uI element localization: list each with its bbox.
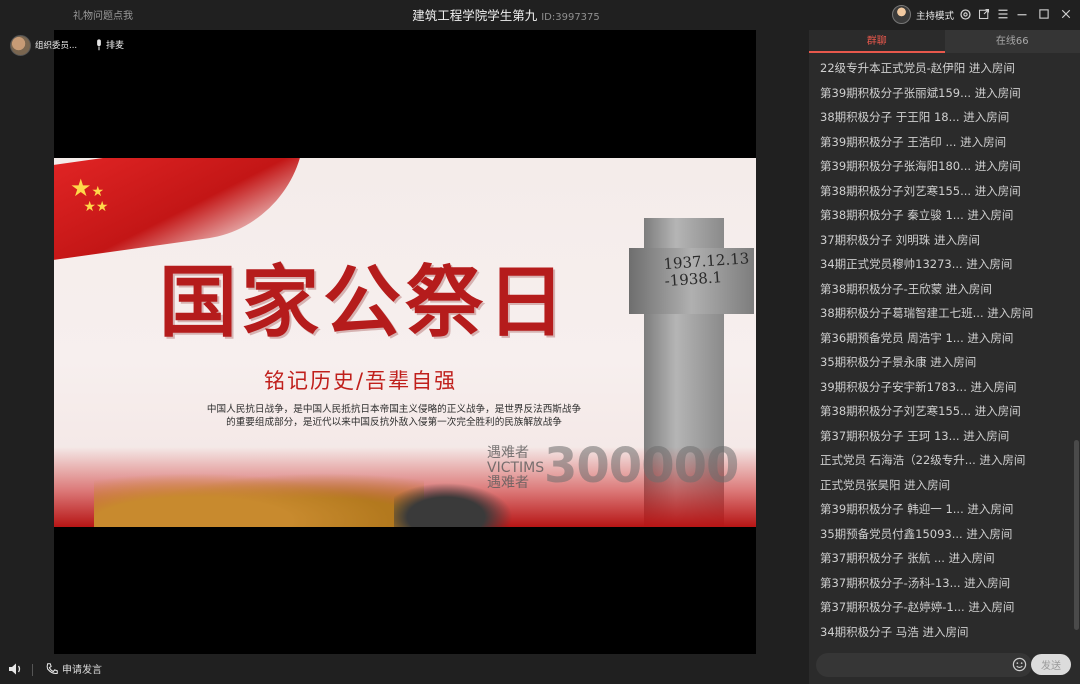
mic-queue-button[interactable]: 排麦 [95, 38, 124, 51]
chat-tabs: 群聊 在线66 [809, 30, 1080, 53]
slide-headline: 国家公祭日 [159, 257, 570, 348]
message-item: 正式党员 石海浩（22级专升... 进入房间 [820, 453, 1026, 467]
message-item: 35期积极分子景永康 进入房间 [820, 355, 977, 369]
message-list[interactable]: 22级专升本正式党员-赵伊阳 进入房间 第39期积极分子张丽斌159... 进入房… [809, 56, 1071, 656]
message-item: 35期预备党员付鑫15093... 进入房间 [820, 526, 1013, 541]
victims-cn-2: 遇难者 [487, 475, 529, 491]
chat-input[interactable] [816, 653, 1032, 677]
title-bar: 礼物问题点我 建筑工程学院学生第九 ID:3997375 主持模式 [0, 0, 1080, 30]
host-avatar[interactable] [892, 5, 911, 24]
message-item: 34期正式党员穆帅13273... 进入房间 [820, 257, 1013, 271]
apply-speak-button[interactable]: 申请发言 [45, 661, 102, 676]
message-item: 第38期积极分子 秦立骏 1... 进入房间 [820, 208, 1014, 222]
send-button[interactable]: 发送 [1031, 654, 1071, 675]
presenter-name: 组织委员... [35, 41, 78, 51]
desc-line-1: 中国人民抗日战争，是中国人民抵抗日本帝国主义侵略的正义战争，是世界反法西斯战争 [206, 404, 582, 415]
slide-subhead: 铭记历史/吾辈自强 [264, 369, 458, 393]
victims-en: VICTIMS [487, 460, 545, 476]
apply-speak-label: 申请发言 [62, 665, 102, 676]
message-item: 第37期积极分子 张航 ... 进入房间 [820, 551, 995, 565]
message-item: 39期积极分子安宇新1783... 进入房间 [820, 379, 1017, 394]
message-item: 38期积极分子葛瑞智建工七班... 进入房间 [820, 306, 1034, 320]
victims-cn-1: 遇难者 [487, 445, 529, 461]
chat-input-row: 发送 [816, 653, 1075, 677]
phone-icon [46, 662, 58, 674]
monument-dates: 1937.12.13 -1938.1 [663, 249, 755, 290]
menu-icon[interactable] [995, 6, 1011, 22]
maximize-icon[interactable] [1036, 6, 1052, 22]
statues-image [94, 465, 424, 527]
message-item: 34期积极分子 马浩 进入房间 [820, 624, 969, 639]
emoji-icon[interactable] [1012, 657, 1028, 673]
message-item: 正式党员张昊阳 进入房间 [820, 477, 951, 492]
message-item: 第36期预备党员 周浩宇 1... 进入房间 [820, 330, 1014, 345]
live-room-window: 礼物问题点我 建筑工程学院学生第九ID:3997375 主持模式 ★★ ★★ [0, 0, 1080, 684]
slide-description: 中国人民抗日战争，是中国人民抵抗日本帝国主义侵略的正义战争，是世界反法西斯战争 … [184, 403, 604, 429]
victims-number: 300000 [544, 438, 739, 494]
message-item: 第38期积极分子刘艺寒155... 进入房间 [820, 404, 1021, 418]
message-item: 第37期积极分子-汤科-13... 进入房间 [820, 575, 1011, 590]
message-item: 第39期积极分子张海阳180... 进入房间 [820, 159, 1021, 173]
tab-group-chat[interactable]: 群聊 [809, 30, 945, 53]
presenter-avatar[interactable] [10, 34, 31, 56]
room-id: ID:3997375 [541, 12, 600, 23]
tab-online[interactable]: 在线66 [945, 30, 1080, 53]
close-icon[interactable] [1058, 6, 1074, 22]
message-item: 第38期积极分子刘艺寒155... 进入房间 [820, 183, 1021, 198]
host-mode-label[interactable]: 主持模式 [916, 8, 954, 22]
message-item: 第37期积极分子-赵婷婷-1... 进入房间 [820, 600, 1015, 614]
popout-icon[interactable] [976, 6, 992, 22]
settings-icon[interactable] [957, 6, 973, 22]
message-item: 38期积极分子 于王阳 18... 进入房间 [820, 110, 1010, 124]
speaker-icon[interactable] [8, 661, 24, 681]
victims-label: 遇难者 VICTIMS 遇难者 [487, 446, 544, 491]
message-item: 第39期积极分子张丽斌159... 进入房间 [820, 85, 1021, 100]
stars-icon: ★★ ★★ [70, 174, 109, 215]
divider [32, 664, 33, 676]
minimize-icon[interactable] [1014, 6, 1030, 22]
video-stage: ★★ ★★ 1937.12.13 -1938.1 国家公祭日 铭记历史/吾辈自强… [54, 30, 756, 654]
message-item: 第37期积极分子 王珂 13... 进入房间 [820, 428, 1010, 443]
shared-slide: ★★ ★★ 1937.12.13 -1938.1 国家公祭日 铭记历史/吾辈自强… [54, 158, 756, 527]
message-scrollbar[interactable] [1074, 440, 1079, 630]
bottom-control-bar: 申请发言 [0, 656, 808, 684]
message-item: 第38期积极分子-王欣蒙 进入房间 [820, 281, 992, 296]
message-item: 第39期积极分子 王浩印 ... 进入房间 [820, 134, 1007, 149]
presenter-info[interactable]: 组织委员... [10, 33, 77, 57]
mic-icon [97, 38, 101, 50]
chat-panel: 群聊 在线66 22级专升本正式党员-赵伊阳 进入房间 第39期积极分子张丽斌15… [809, 30, 1080, 684]
message-item: 22级专升本正式党员-赵伊阳 进入房间 [820, 61, 1015, 75]
message-item: 37期积极分子 刘明珠 进入房间 [820, 232, 980, 247]
mic-queue-label: 排麦 [106, 41, 125, 51]
desc-line-2: 的重要组成部分，是近代以来中国反抗外敌入侵第一次完全胜利的民族解放战争 [226, 417, 562, 428]
message-item: 第39期积极分子 韩迎一 1... 进入房间 [820, 502, 1014, 516]
room-name: 建筑工程学院学生第九 [412, 8, 538, 23]
room-title: 建筑工程学院学生第九 ID:3997375 [0, 5, 1012, 24]
